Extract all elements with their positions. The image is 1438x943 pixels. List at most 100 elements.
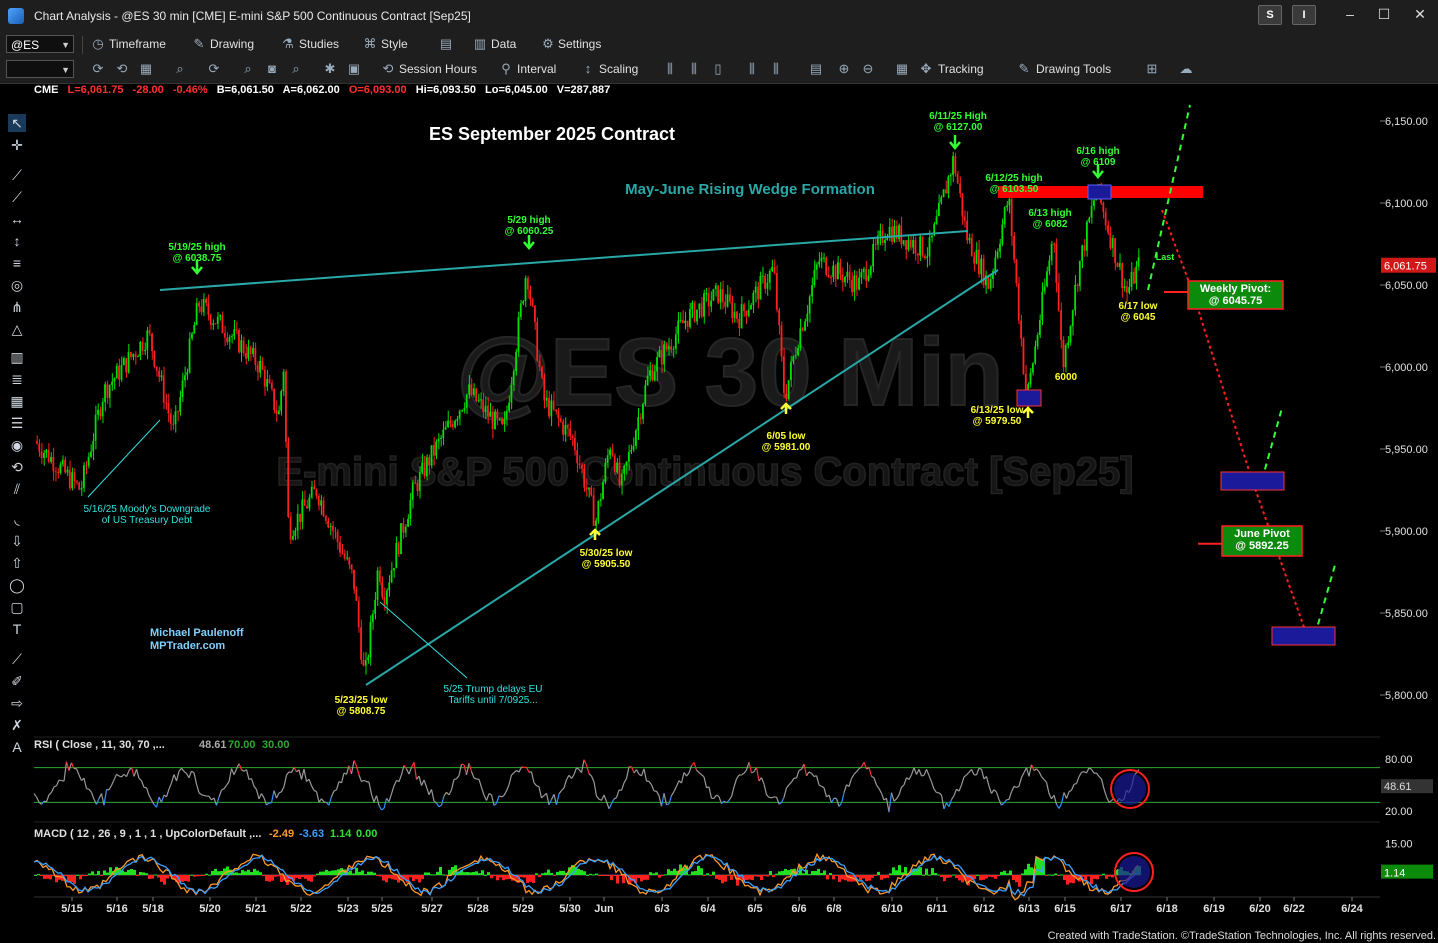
spiral-icon[interactable]: ◉	[8, 436, 26, 454]
data-menu[interactable]: Data	[491, 37, 516, 51]
trendline-icon[interactable]: ⟋	[8, 166, 26, 184]
x-tick-label: 5/20	[199, 903, 220, 915]
rsi-line-segment	[338, 781, 342, 784]
zoom-in-icon[interactable]: ⊕	[836, 61, 852, 77]
pitchfork-icon[interactable]: ⋔	[8, 298, 26, 316]
rsi-label: RSI ( Close , 11, 30, 70 ,...	[34, 739, 165, 751]
clear-icon[interactable]: ✗	[8, 716, 26, 734]
zoom-data-icon[interactable]: ⌕	[172, 61, 188, 77]
candle-body	[656, 356, 658, 372]
candle-body	[148, 330, 151, 334]
close-icon[interactable]: ✕	[1410, 6, 1430, 23]
s-badge-button[interactable]: S	[1258, 5, 1282, 25]
screen-icon[interactable]: ▣	[346, 61, 362, 77]
symbol-input[interactable]: @ES ▼	[6, 35, 74, 53]
session-hours-menu[interactable]: Session Hours	[399, 62, 477, 76]
tracking-menu[interactable]: Tracking	[938, 62, 984, 76]
rsi-line-segment	[943, 802, 948, 810]
app-icon	[8, 8, 24, 24]
style-menu[interactable]: Style	[381, 37, 408, 51]
rsi-line-segment	[766, 794, 770, 798]
arrow-up-icon	[780, 402, 792, 414]
eraser-icon[interactable]: ✐	[8, 672, 26, 690]
arrow-down-icon[interactable]: ⇩	[8, 532, 26, 550]
grid-tool-icon[interactable]: ▦	[8, 392, 26, 410]
bars-icon[interactable]: ⫼	[686, 61, 702, 77]
macd-hist-bar	[637, 875, 640, 879]
interval-select[interactable]: ▼	[6, 60, 74, 78]
interval-menu[interactable]: Interval	[517, 62, 556, 76]
macd-hist-bar	[316, 873, 319, 875]
candle-body	[644, 385, 647, 405]
maximize-icon[interactable]: ☐	[1374, 6, 1394, 23]
refresh-icon[interactable]: ⟳	[90, 61, 106, 77]
triangle-icon[interactable]: △	[8, 320, 26, 338]
candle-style-icon[interactable]: ▯	[710, 61, 726, 77]
sync-icon[interactable]: ⟲	[114, 61, 130, 77]
rsi-tick: 20.00	[1385, 806, 1413, 818]
candle-body	[348, 557, 351, 565]
candles-icon[interactable]: ⫼	[662, 61, 678, 77]
rsi-line-segment	[805, 771, 810, 777]
gann-icon[interactable]: ☰	[8, 414, 26, 432]
pen-icon[interactable]: ⟋	[8, 650, 26, 668]
camera-icon[interactable]: ◙	[264, 61, 280, 77]
find-icon[interactable]: ⌕	[288, 61, 304, 77]
cloud-icon[interactable]: ☁	[1178, 61, 1194, 77]
rsi-line-segment	[45, 794, 50, 803]
channel-icon[interactable]: ≡	[8, 254, 26, 272]
macd-hist-bar	[127, 869, 130, 875]
add-window-icon[interactable]: ⊞	[1144, 61, 1160, 77]
candle-body	[40, 451, 43, 459]
studies-menu[interactable]: Studies	[299, 37, 339, 51]
speed-lines-icon[interactable]: ⫽	[8, 480, 26, 498]
arrow-up-icon[interactable]: ⇧	[8, 554, 26, 572]
candle-body	[169, 413, 172, 424]
text-tool-icon[interactable]: T	[8, 620, 26, 638]
pointer-icon[interactable]: ↖	[8, 114, 26, 132]
settings-menu[interactable]: Settings	[558, 37, 601, 51]
ray-icon[interactable]: ⟋	[8, 188, 26, 206]
crosshair-icon[interactable]: ✛	[8, 136, 26, 154]
candle-body	[728, 294, 731, 302]
ohlc-icon[interactable]: ⫼	[744, 61, 760, 77]
macd-hist-bar	[541, 873, 544, 875]
drawing-tools-menu[interactable]: Drawing Tools	[1036, 62, 1111, 76]
rectangle-icon[interactable]: ▢	[8, 598, 26, 616]
bars-tool-icon[interactable]: ▥	[8, 348, 26, 366]
annotation-icon[interactable]: A	[8, 738, 26, 756]
candle-body	[435, 441, 438, 456]
zoom-out-icon[interactable]: ⊖	[860, 61, 876, 77]
horizontal-line-icon[interactable]: ↔	[8, 210, 26, 228]
fib-icon[interactable]: ≣	[8, 370, 26, 388]
macd-hist-bar	[994, 875, 997, 879]
tools-icon[interactable]: ✱	[322, 61, 338, 77]
hlc-icon[interactable]: ⫼	[768, 61, 784, 77]
vertical-line-icon[interactable]: ↕	[8, 232, 26, 250]
candle-body	[604, 462, 607, 482]
macd-hist-bar	[265, 875, 268, 882]
refresh-icon[interactable]: ⟳	[206, 61, 222, 77]
macd-hist-bar	[733, 875, 736, 876]
search-settings-icon[interactable]: ⌕	[240, 61, 256, 77]
cycle-icon[interactable]: ⟲	[8, 458, 26, 476]
candle-body	[1114, 238, 1116, 264]
drawing-menu[interactable]: Drawing	[210, 37, 254, 51]
arc-icon[interactable]: ◟	[8, 510, 26, 528]
target-icon[interactable]: ◎	[8, 276, 26, 294]
rsi-line-segment	[755, 767, 760, 782]
ellipse-icon[interactable]: ◯	[8, 576, 26, 594]
minimize-icon[interactable]: –	[1340, 6, 1360, 22]
layout-icon[interactable]: ▤	[438, 36, 454, 52]
macd-hist-bar	[526, 875, 529, 883]
forward-arrow-icon[interactable]: ⇨	[8, 694, 26, 712]
calendar-icon[interactable]: ▦	[138, 61, 154, 77]
grid-icon[interactable]: ▦	[894, 61, 910, 77]
timeframe-menu[interactable]: Timeframe	[109, 37, 166, 51]
scaling-menu[interactable]: Scaling	[599, 62, 638, 76]
i-badge-button[interactable]: I	[1292, 5, 1316, 25]
price-chart[interactable]: @ES 30 Min E-mini S&P 500 Continuous Con…	[0, 0, 1438, 943]
panel-icon[interactable]: ▤	[808, 61, 824, 77]
rsi-line-segment	[418, 775, 423, 786]
candle-body	[137, 356, 139, 358]
